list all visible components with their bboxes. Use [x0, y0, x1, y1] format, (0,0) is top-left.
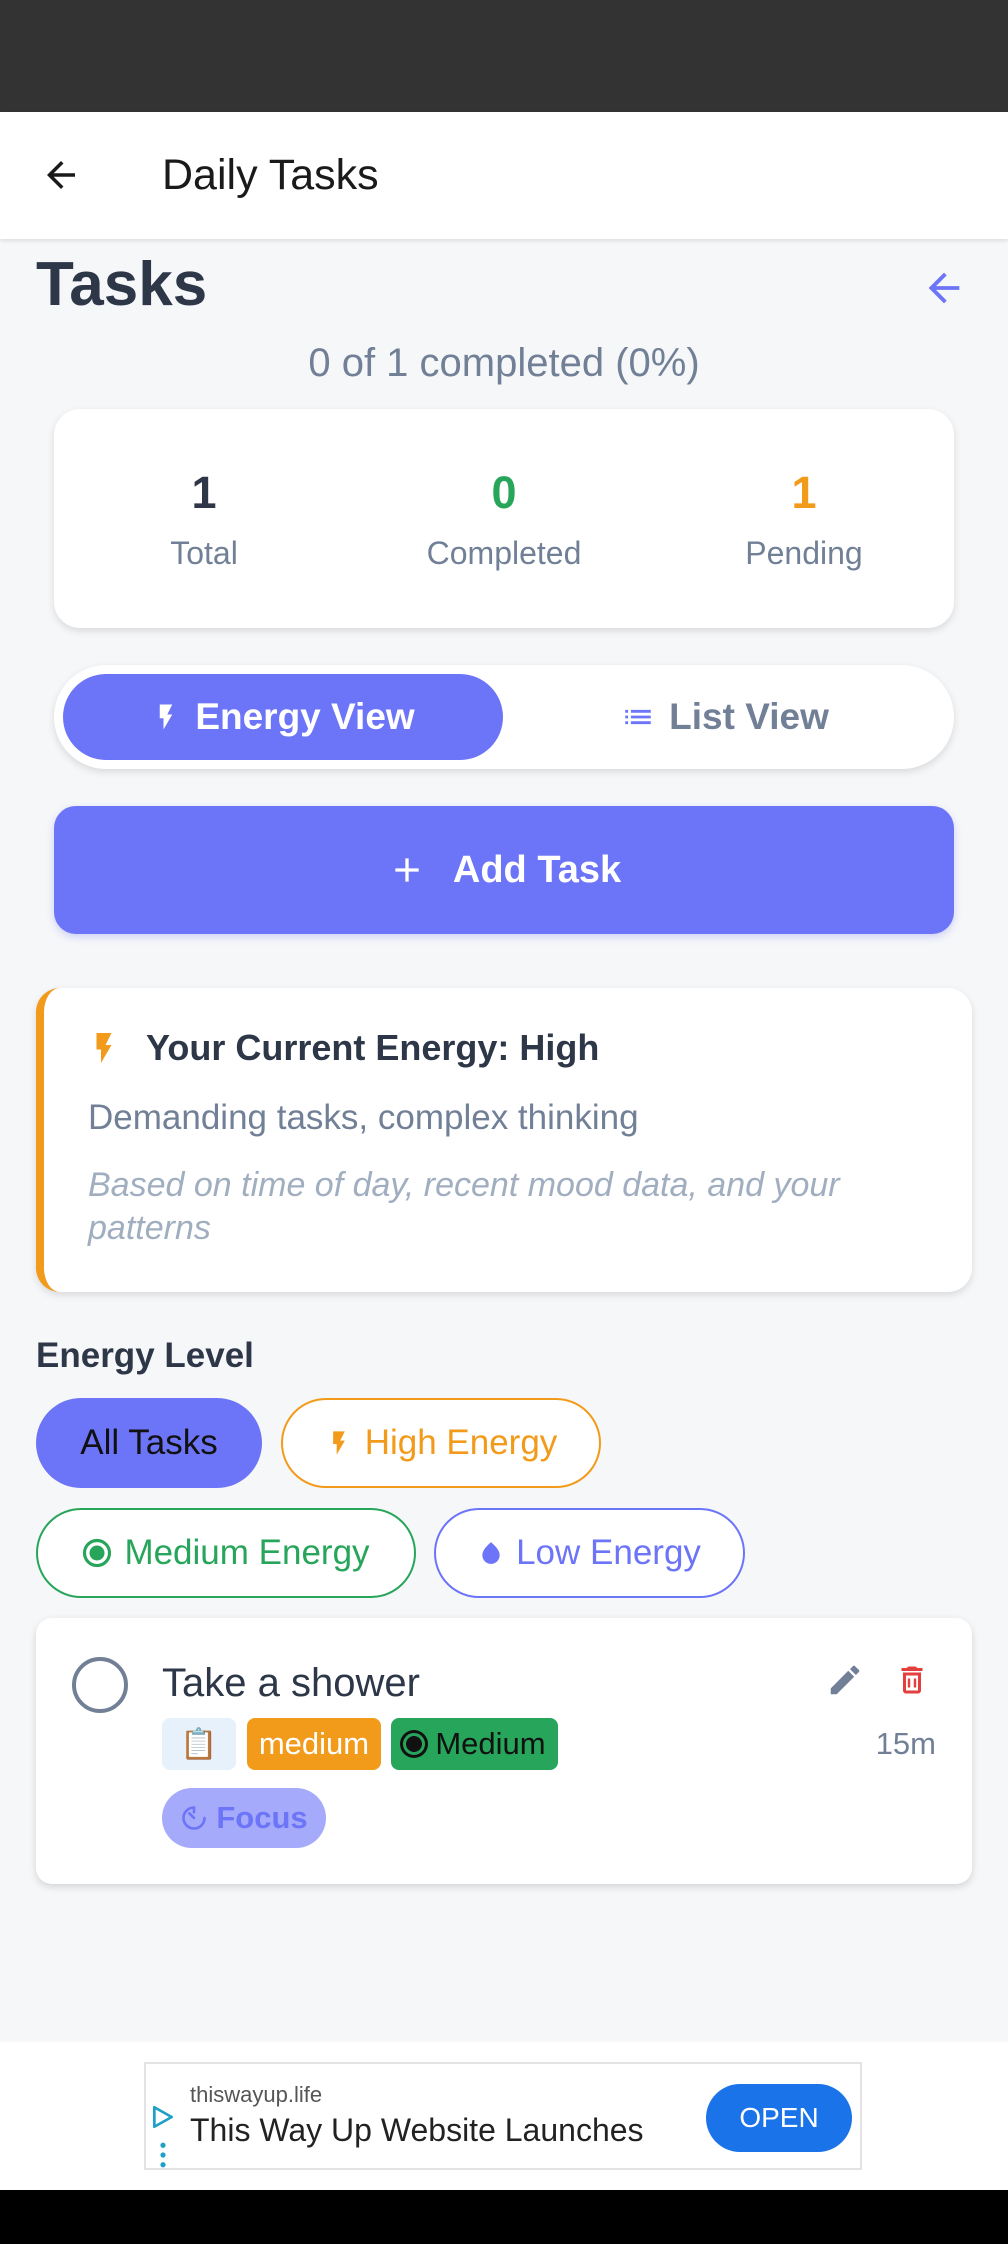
- focus-button[interactable]: Focus: [162, 1788, 326, 1848]
- stat-completed-value: 0: [491, 466, 517, 518]
- delete-task-button[interactable]: [890, 1658, 934, 1702]
- stat-pending-value: 1: [791, 466, 817, 518]
- radio-dot-icon: [403, 1733, 426, 1755]
- task-category-tag: 📋: [162, 1718, 236, 1770]
- ad-choices-icon: [152, 2105, 174, 2129]
- task-energy-tag: Medium: [391, 1718, 558, 1770]
- ad-open-button[interactable]: OPEN: [706, 2084, 852, 2152]
- filter-chip-high-energy[interactable]: High Energy: [281, 1398, 601, 1488]
- task-title: Take a shower: [162, 1661, 420, 1705]
- app-bar: Daily Tasks: [0, 112, 1008, 239]
- task-complete-checkbox[interactable]: [72, 1657, 128, 1713]
- list-icon: [625, 709, 651, 725]
- add-task-button[interactable]: Add Task: [54, 806, 954, 934]
- stat-pending: 1 Pending: [664, 465, 944, 573]
- view-toggle: Energy View List View: [54, 665, 954, 769]
- filter-chip-label: Low Energy: [516, 1533, 701, 1572]
- filter-chip-all-tasks[interactable]: All Tasks: [36, 1398, 262, 1488]
- task-priority-tag: medium: [247, 1718, 381, 1770]
- stat-total: 1 Total: [64, 465, 344, 573]
- stat-pending-label: Pending: [745, 534, 863, 571]
- more-vertical-icon: [160, 2142, 166, 2168]
- energy-view-tab[interactable]: Energy View: [63, 674, 503, 760]
- page-back-button[interactable]: [918, 262, 970, 314]
- filter-chip-low-energy[interactable]: Low Energy: [434, 1508, 745, 1598]
- current-energy-note: Based on time of day, recent mood data, …: [88, 1166, 840, 1247]
- filter-chip-label: Medium Energy: [124, 1533, 370, 1572]
- status-bar: [0, 0, 1008, 112]
- filter-chip-medium-energy[interactable]: Medium Energy: [36, 1508, 416, 1598]
- energy-view-label: Energy View: [195, 696, 415, 737]
- energy-level-label: Energy Level: [36, 1336, 254, 1375]
- add-task-label: Add Task: [452, 848, 622, 891]
- list-view-label: List View: [669, 696, 829, 737]
- current-energy-header: Your Current Energy: High: [86, 1026, 599, 1070]
- system-navigation-bar: [0, 2190, 1008, 2244]
- clipboard-icon: 📋: [180, 1727, 218, 1761]
- page-title: Tasks: [36, 250, 208, 319]
- current-energy-card: Your Current Energy: High Demanding task…: [36, 988, 972, 1292]
- pencil-icon: [830, 1665, 860, 1695]
- edit-task-button[interactable]: [823, 1658, 867, 1702]
- task-duration: 15m: [875, 1726, 936, 1761]
- current-energy-title: Your Current Energy: High: [146, 1027, 600, 1068]
- stats-card: 1 Total 0 Completed 1 Pending: [54, 409, 954, 628]
- progress-text: 0 of 1 completed (0%): [308, 341, 700, 385]
- task-card: Take a shower 📋 medium Medium 15m Focus: [36, 1618, 972, 1884]
- focus-label: Focus: [216, 1800, 308, 1835]
- task-energy-label: Medium: [435, 1726, 546, 1761]
- ad-domain: thiswayup.life: [190, 2082, 323, 2107]
- stat-completed-label: Completed: [426, 534, 582, 571]
- radio-dot-icon: [83, 1538, 112, 1568]
- list-view-tab[interactable]: List View: [505, 674, 945, 760]
- current-energy-description: Demanding tasks, complex thinking: [88, 1098, 639, 1137]
- lightning-icon: [160, 704, 173, 730]
- ad-banner[interactable]: thiswayup.life This Way Up Website Launc…: [144, 2062, 862, 2170]
- ad-headline: This Way Up Website Launches: [190, 2112, 644, 2148]
- stat-total-label: Total: [170, 534, 238, 571]
- app-bar-title: Daily Tasks: [162, 151, 379, 199]
- back-button[interactable]: [36, 150, 86, 200]
- filter-chip-label: All Tasks: [80, 1423, 218, 1462]
- plus-icon: [395, 858, 419, 882]
- filter-chip-label: High Energy: [364, 1423, 558, 1462]
- timer-icon: [182, 1806, 207, 1830]
- trash-icon: [901, 1666, 923, 1694]
- water-drop-icon: [482, 1542, 500, 1564]
- stat-completed: 0 Completed: [364, 465, 644, 573]
- lightning-icon: [332, 1431, 345, 1455]
- arrow-left-icon: [47, 161, 75, 189]
- lightning-icon: [96, 1033, 112, 1063]
- stat-total-value: 1: [191, 466, 217, 518]
- arrow-left-icon: [928, 272, 960, 304]
